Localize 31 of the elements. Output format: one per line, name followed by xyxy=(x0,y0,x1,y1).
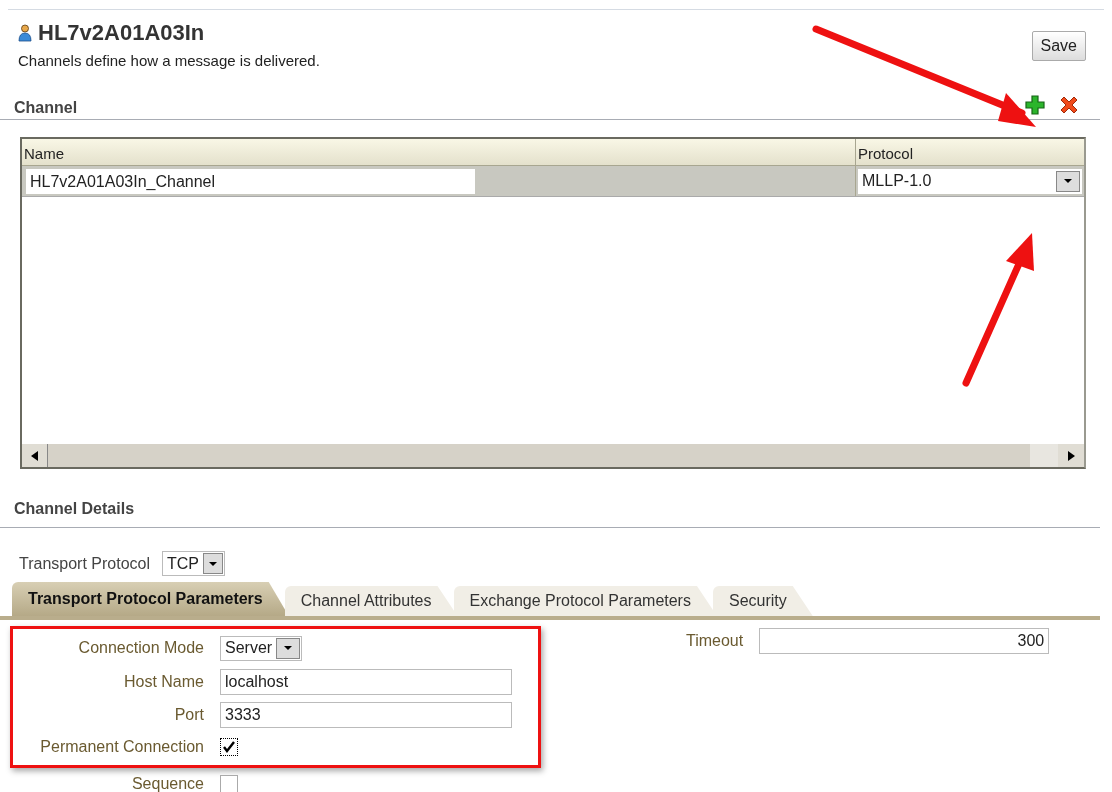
column-header: Name xyxy=(23,144,65,164)
column-header: Protocol xyxy=(857,144,915,164)
scroll-left-button[interactable] xyxy=(22,444,48,467)
user-icon xyxy=(18,24,32,42)
text-field[interactable]: 3333 xyxy=(220,702,512,728)
field-label: Connection Mode xyxy=(77,638,204,658)
text-field[interactable]: localhost xyxy=(220,669,512,695)
add-icon[interactable] xyxy=(1024,94,1046,116)
checkbox[interactable] xyxy=(220,738,238,756)
field-label: Sequence xyxy=(130,774,204,792)
section-heading: Channel xyxy=(14,100,78,116)
page-description: Channels define how a message is delivered. xyxy=(18,53,320,68)
protocol-select[interactable]: MLLP-1.0 xyxy=(858,168,1082,194)
field-label: Timeout xyxy=(686,631,744,651)
section-heading: Channel Details xyxy=(14,500,135,517)
connection-mode-select[interactable]: Server xyxy=(220,635,303,661)
delete-icon[interactable] xyxy=(1058,94,1080,116)
checkbox[interactable] xyxy=(220,775,238,792)
field-label: Permanent Connection xyxy=(39,737,204,757)
tab[interactable]: Security xyxy=(712,586,813,616)
save-button[interactable]: Save xyxy=(1031,31,1086,61)
transport-protocol-select[interactable]: TCP xyxy=(162,551,225,576)
scroll-thumb[interactable] xyxy=(1030,444,1058,467)
field-label: Transport Protocol xyxy=(19,553,150,574)
timeout-field[interactable]: 300 xyxy=(759,628,1050,654)
scroll-right-button[interactable] xyxy=(1058,444,1084,467)
page-title: HL7v2A01A03In xyxy=(38,22,205,44)
horizontal-scrollbar[interactable] xyxy=(22,443,1084,467)
name-field[interactable]: HL7v2A01A03In_Channel xyxy=(26,168,475,194)
field-label: Host Name xyxy=(122,672,204,692)
field-label: Port xyxy=(173,705,204,725)
